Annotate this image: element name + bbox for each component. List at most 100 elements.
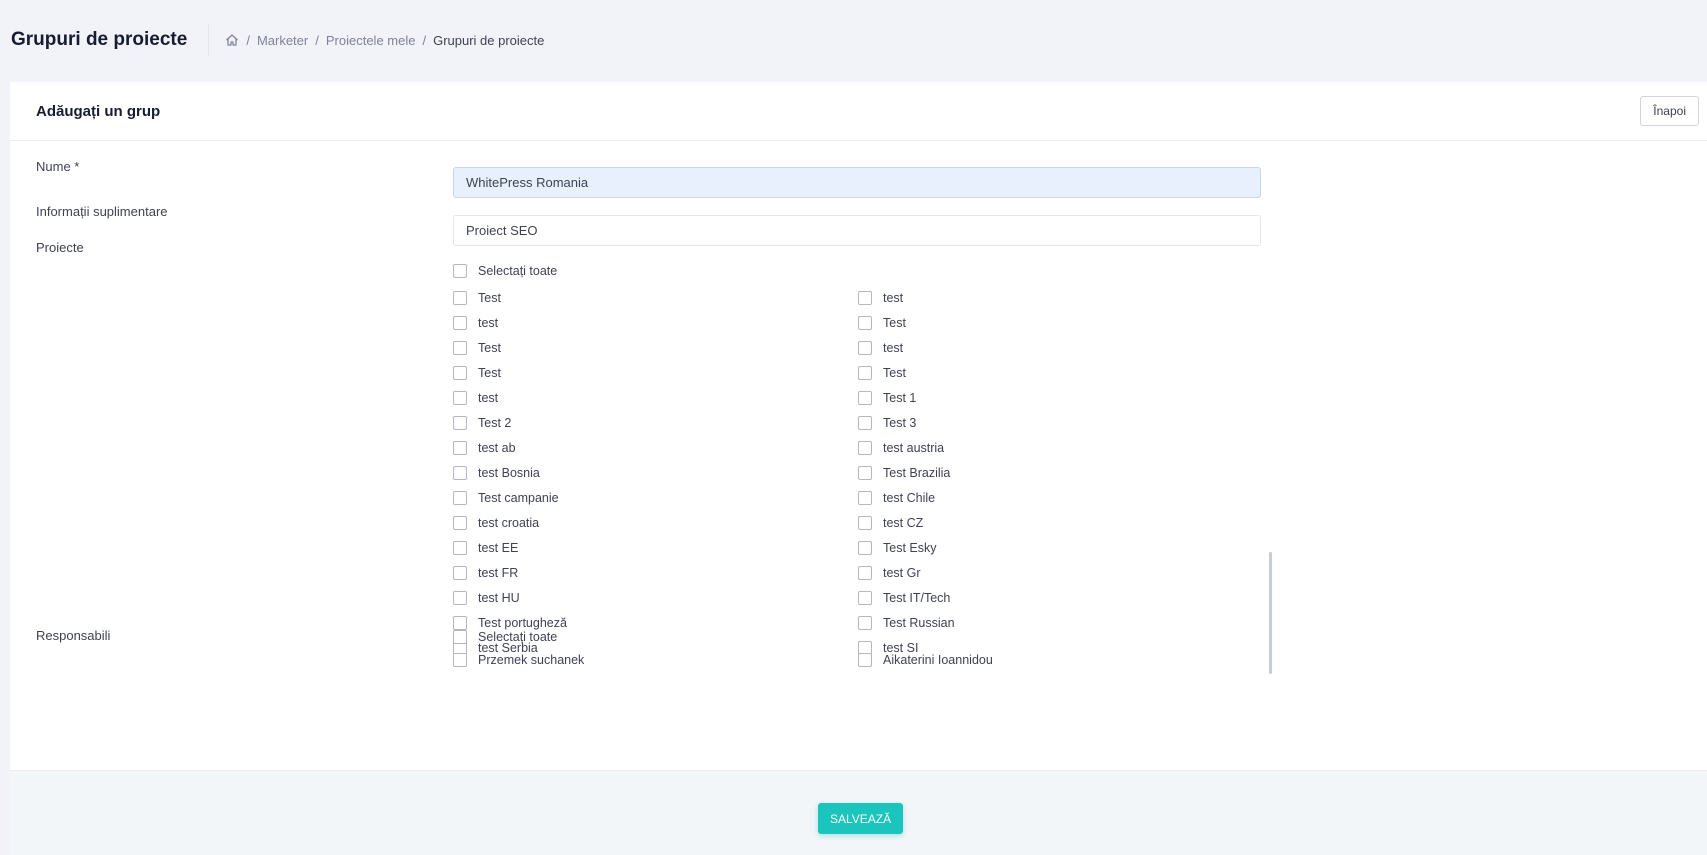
- breadcrumb-separator: /: [246, 32, 250, 48]
- card-title: Adăugați un grup: [36, 102, 161, 120]
- responsible-item-label: Aikaterini Ioannidou: [883, 653, 993, 667]
- responsible-item[interactable]: Przemek suchanek: [453, 651, 584, 669]
- breadcrumb-item-projects[interactable]: Proiectele mele: [326, 33, 416, 48]
- project-item[interactable]: test ab: [453, 439, 516, 457]
- back-button[interactable]: Înapoi: [1640, 96, 1699, 126]
- checkbox[interactable]: [858, 391, 872, 405]
- checkbox[interactable]: [453, 441, 467, 455]
- project-item[interactable]: Test IT/Tech: [858, 589, 950, 607]
- project-item[interactable]: test: [858, 289, 903, 307]
- checkbox[interactable]: [453, 591, 467, 605]
- checkbox[interactable]: [858, 491, 872, 505]
- project-item[interactable]: test: [453, 389, 498, 407]
- checkbox[interactable]: [858, 541, 872, 555]
- project-item[interactable]: Test 1: [858, 389, 916, 407]
- info-input[interactable]: [453, 215, 1261, 246]
- project-item[interactable]: Test 3: [858, 414, 916, 432]
- project-item-label: test: [478, 391, 499, 405]
- project-item[interactable]: test HU: [453, 589, 520, 607]
- breadcrumb-item-marketer[interactable]: Marketer: [257, 33, 308, 48]
- breadcrumb: / Marketer / Proiectele mele / Grupuri d…: [225, 33, 544, 48]
- project-item[interactable]: Test campanie: [453, 489, 559, 507]
- project-item-label: Test 2: [478, 416, 512, 430]
- project-item[interactable]: Test: [858, 364, 906, 382]
- project-item-label: Test 1: [883, 391, 917, 405]
- checkbox[interactable]: [453, 630, 467, 644]
- project-item[interactable]: test Gr: [858, 564, 921, 582]
- subheader: Grupuri de proiecte / Marketer / Proiect…: [0, 0, 1707, 80]
- add-group-card: Adăugați un grup Înapoi Nume * Informați…: [10, 82, 1707, 855]
- project-item[interactable]: test Bosnia: [453, 464, 540, 482]
- project-item[interactable]: Test: [453, 289, 501, 307]
- page-title: Grupuri de proiecte: [11, 24, 210, 56]
- checkbox[interactable]: [453, 541, 467, 555]
- checkbox[interactable]: [858, 616, 872, 630]
- checkbox[interactable]: [453, 264, 467, 278]
- project-item-label: Test: [883, 316, 906, 330]
- project-item[interactable]: Test: [858, 314, 906, 332]
- checkbox[interactable]: [453, 466, 467, 480]
- checkbox[interactable]: [858, 466, 872, 480]
- breadcrumb-item-current: Grupuri de proiecte: [433, 32, 545, 48]
- name-input[interactable]: [453, 167, 1261, 198]
- checkbox[interactable]: [453, 491, 467, 505]
- project-item-label: Test Russian: [883, 616, 955, 630]
- projects-label: Proiecte: [36, 240, 84, 255]
- project-item[interactable]: test: [453, 314, 498, 332]
- responsible-select-all[interactable]: Selectați toate: [453, 628, 557, 646]
- project-item[interactable]: test Chile: [858, 489, 935, 507]
- project-item[interactable]: Test Russian: [858, 614, 955, 632]
- project-item[interactable]: Test Brazilia: [858, 464, 950, 482]
- project-item-label: test austria: [883, 441, 945, 455]
- project-item-label: Test 3: [883, 416, 917, 430]
- checkbox[interactable]: [453, 291, 467, 305]
- project-item-label: test ab: [478, 441, 516, 455]
- card-header: Adăugați un grup Înapoi: [10, 82, 1707, 141]
- checkbox[interactable]: [453, 566, 467, 580]
- checkbox[interactable]: [858, 416, 872, 430]
- project-item[interactable]: test FR: [453, 564, 518, 582]
- project-item-label: test FR: [478, 566, 519, 580]
- project-item[interactable]: Test Esky: [858, 539, 937, 557]
- card-footer: SALVEAZĂ: [10, 770, 1707, 855]
- checkbox[interactable]: [858, 366, 872, 380]
- checkbox[interactable]: [858, 316, 872, 330]
- project-item-label: test Bosnia: [478, 466, 540, 480]
- project-item[interactable]: Test: [453, 364, 501, 382]
- checkbox[interactable]: [453, 416, 467, 430]
- project-item[interactable]: test austria: [858, 439, 944, 457]
- checkbox[interactable]: [858, 441, 872, 455]
- responsible-label: Responsabili: [36, 628, 111, 643]
- checkbox[interactable]: [858, 341, 872, 355]
- project-item[interactable]: Test: [453, 339, 501, 357]
- checkbox[interactable]: [858, 591, 872, 605]
- checkbox[interactable]: [453, 366, 467, 380]
- projects-scrollbar[interactable]: [1269, 552, 1272, 674]
- select-all-label: Selectați toate: [478, 264, 558, 278]
- project-item[interactable]: test croatia: [453, 514, 539, 532]
- project-item-label: test Chile: [883, 491, 936, 505]
- project-item[interactable]: Test 2: [453, 414, 511, 432]
- checkbox[interactable]: [453, 341, 467, 355]
- checkbox[interactable]: [453, 653, 467, 667]
- projects-select-all[interactable]: Selectați toate: [453, 262, 557, 280]
- project-item-label: test EE: [478, 541, 519, 555]
- project-item[interactable]: test CZ: [858, 514, 923, 532]
- checkbox[interactable]: [858, 291, 872, 305]
- select-all-label: Selectați toate: [478, 630, 558, 644]
- checkbox[interactable]: [453, 391, 467, 405]
- checkbox[interactable]: [858, 516, 872, 530]
- checkbox[interactable]: [858, 653, 872, 667]
- home-icon[interactable]: [225, 33, 239, 47]
- responsible-item[interactable]: Aikaterini Ioannidou: [858, 651, 993, 669]
- project-item-label: test: [478, 316, 499, 330]
- project-item-label: test croatia: [478, 516, 540, 530]
- checkbox[interactable]: [453, 316, 467, 330]
- project-item[interactable]: test EE: [453, 539, 518, 557]
- checkbox[interactable]: [453, 516, 467, 530]
- project-item-label: test Gr: [883, 566, 921, 580]
- project-item[interactable]: test: [858, 339, 903, 357]
- save-button[interactable]: SALVEAZĂ: [818, 803, 904, 834]
- breadcrumb-separator: /: [315, 32, 319, 48]
- checkbox[interactable]: [858, 566, 872, 580]
